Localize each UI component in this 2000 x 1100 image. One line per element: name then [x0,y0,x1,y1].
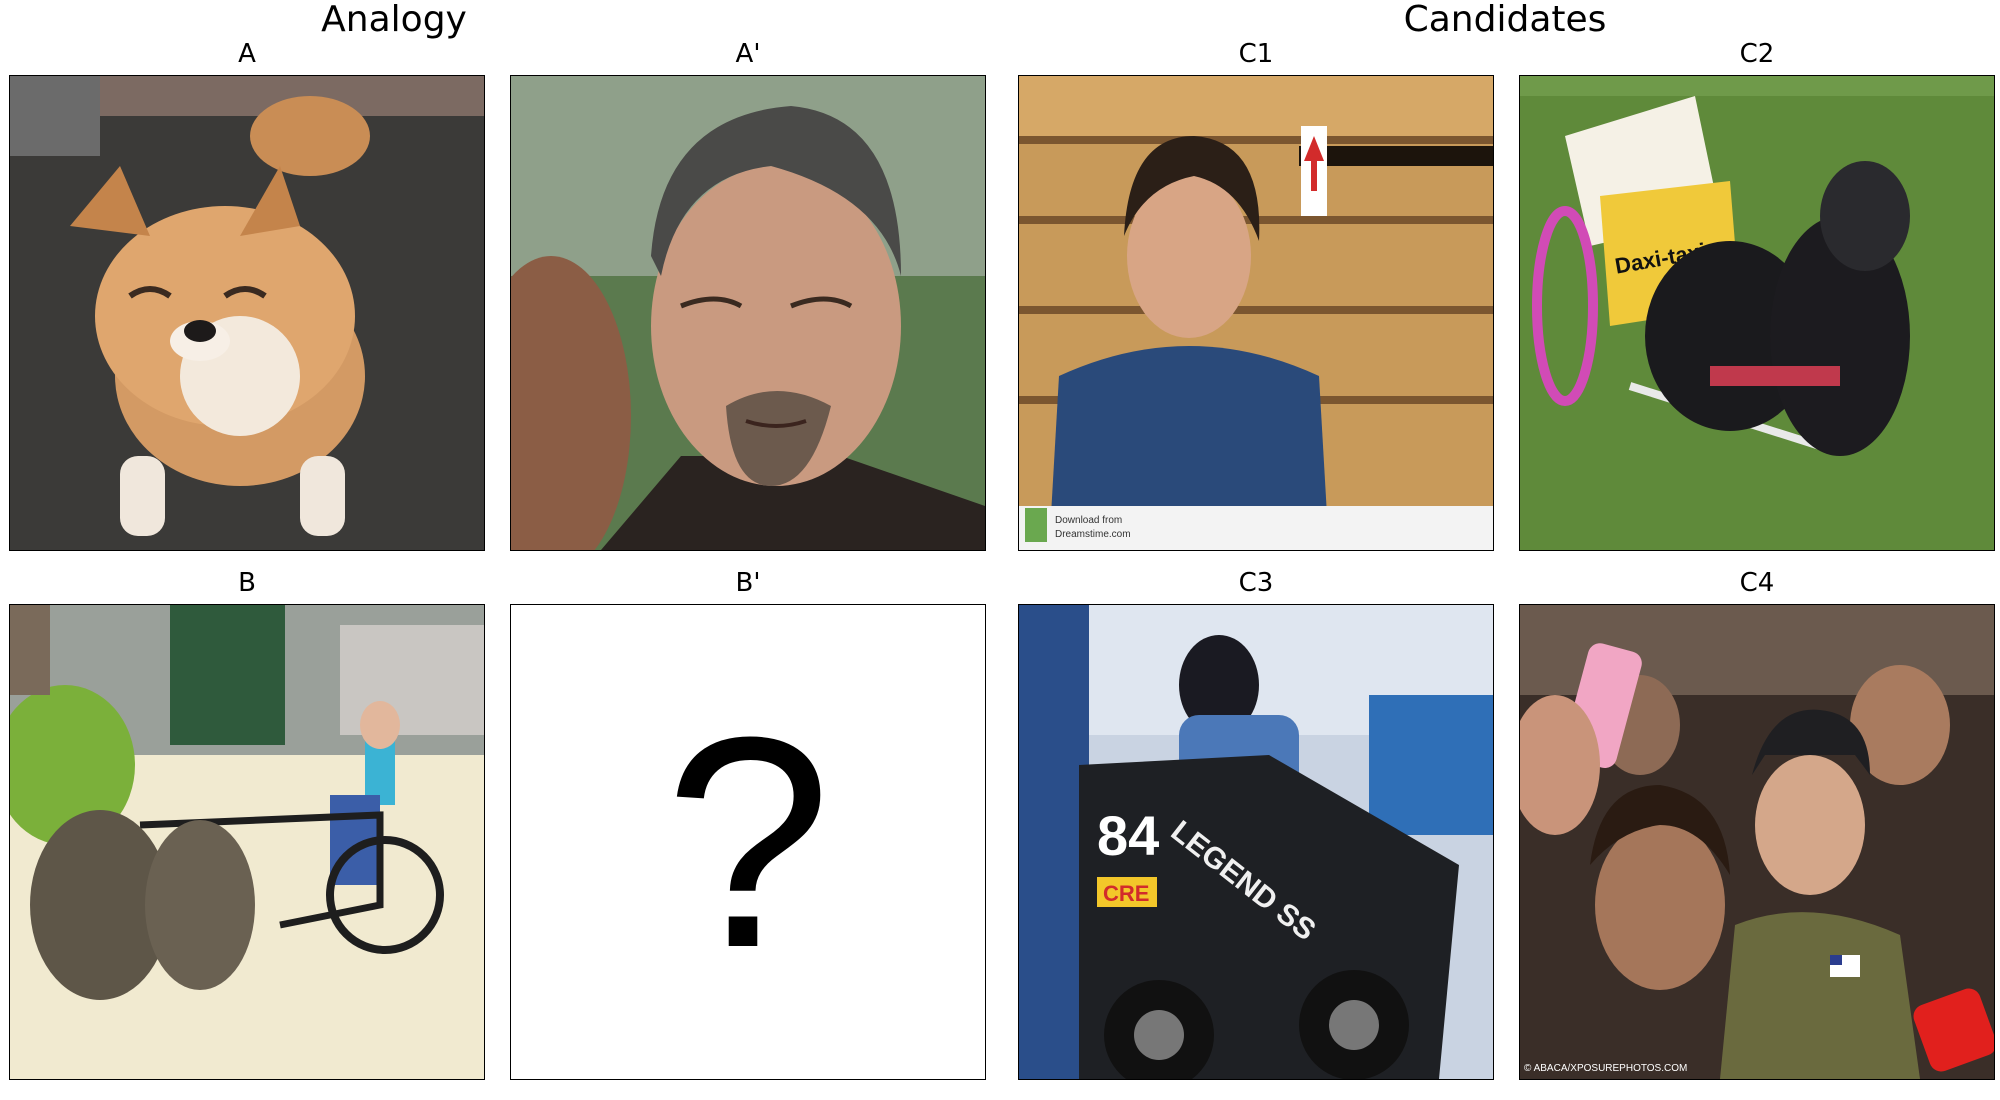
kart-number: 84 [1097,804,1159,867]
panel-b-prime: B' ? [510,562,986,1080]
panel-a-prime: A' [510,33,986,551]
dog-cart-image [10,605,484,1079]
shiba-dog-image [10,76,484,550]
panel-b-image[interactable] [9,604,485,1080]
panel-b-title: B [238,568,256,598]
panel-a-title: A [238,39,256,69]
watermark-line-2: Dreamstime.com [1055,529,1131,540]
watermark-line-1: Download from [1055,515,1122,526]
panel-c4: C4 © ABACA/XPOSUREPHOTOS.COM [1519,562,1995,1080]
panel-c2: C2 Daxi-taxi [1519,33,1995,551]
photo-credit: © ABACA/XPOSUREPHOTOS.COM [1524,1063,1687,1074]
panel-c4-image[interactable]: © ABACA/XPOSUREPHOTOS.COM [1519,604,1995,1080]
panel-c2-image[interactable]: Daxi-taxi [1519,75,1995,551]
panel-c1-image[interactable]: Download from Dreamstime.com [1018,75,1494,551]
panel-b-prime-title: B' [735,568,761,598]
panel-c3-title: C3 [1238,568,1274,598]
squinting-man-crates-image: Download from Dreamstime.com [1019,76,1493,550]
panel-c1: C1 Download from Dreamstime.com [1018,33,1494,551]
panel-b-prime-image[interactable]: ? [510,604,986,1080]
kart-sticker: CRE [1103,881,1149,906]
panel-a: A [9,33,485,551]
go-kart-image: 84 CRE LEGEND SS [1019,605,1493,1079]
panel-c2-title: C2 [1739,39,1775,69]
panel-c4-title: C4 [1739,568,1775,598]
panel-c3-image[interactable]: 84 CRE LEGEND SS [1018,604,1494,1080]
panel-a-prime-title: A' [735,39,761,69]
panel-a-image[interactable] [9,75,485,551]
panel-b: B [9,562,485,1080]
crowd-image: © ABACA/XPOSUREPHOTOS.COM [1520,605,1994,1079]
panel-a-prime-image[interactable] [510,75,986,551]
dog-taxi-cart-image: Daxi-taxi [1520,76,1994,550]
squinting-man-image [511,76,985,550]
panel-c3: C3 84 CRE LEGEND SS [1018,562,1494,1080]
panel-c1-title: C1 [1238,39,1274,69]
question-mark: ? [664,674,832,1010]
